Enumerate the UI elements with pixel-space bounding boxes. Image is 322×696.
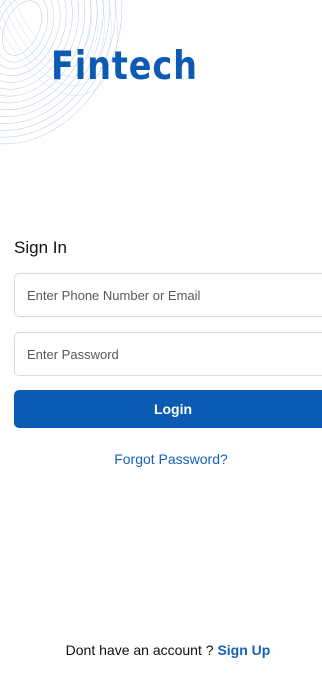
password-input[interactable] [27, 346, 322, 362]
page-title: Sign In [14, 238, 67, 257]
brand-logo: Fintech [51, 44, 198, 89]
signup-prompt-row: Dont have an account ? Sign Up [0, 642, 322, 658]
forgot-password-link[interactable]: Forgot Password? [0, 451, 322, 467]
signin-screen: Fintech Sign In Login Forgot Password? D… [0, 0, 322, 696]
phone-email-field[interactable] [14, 273, 322, 317]
phone-email-input[interactable] [27, 287, 322, 303]
signup-prompt-text: Dont have an account ? [65, 642, 214, 658]
login-button[interactable]: Login [14, 390, 322, 428]
signup-link[interactable]: Sign Up [217, 642, 270, 658]
password-field[interactable] [14, 332, 322, 376]
